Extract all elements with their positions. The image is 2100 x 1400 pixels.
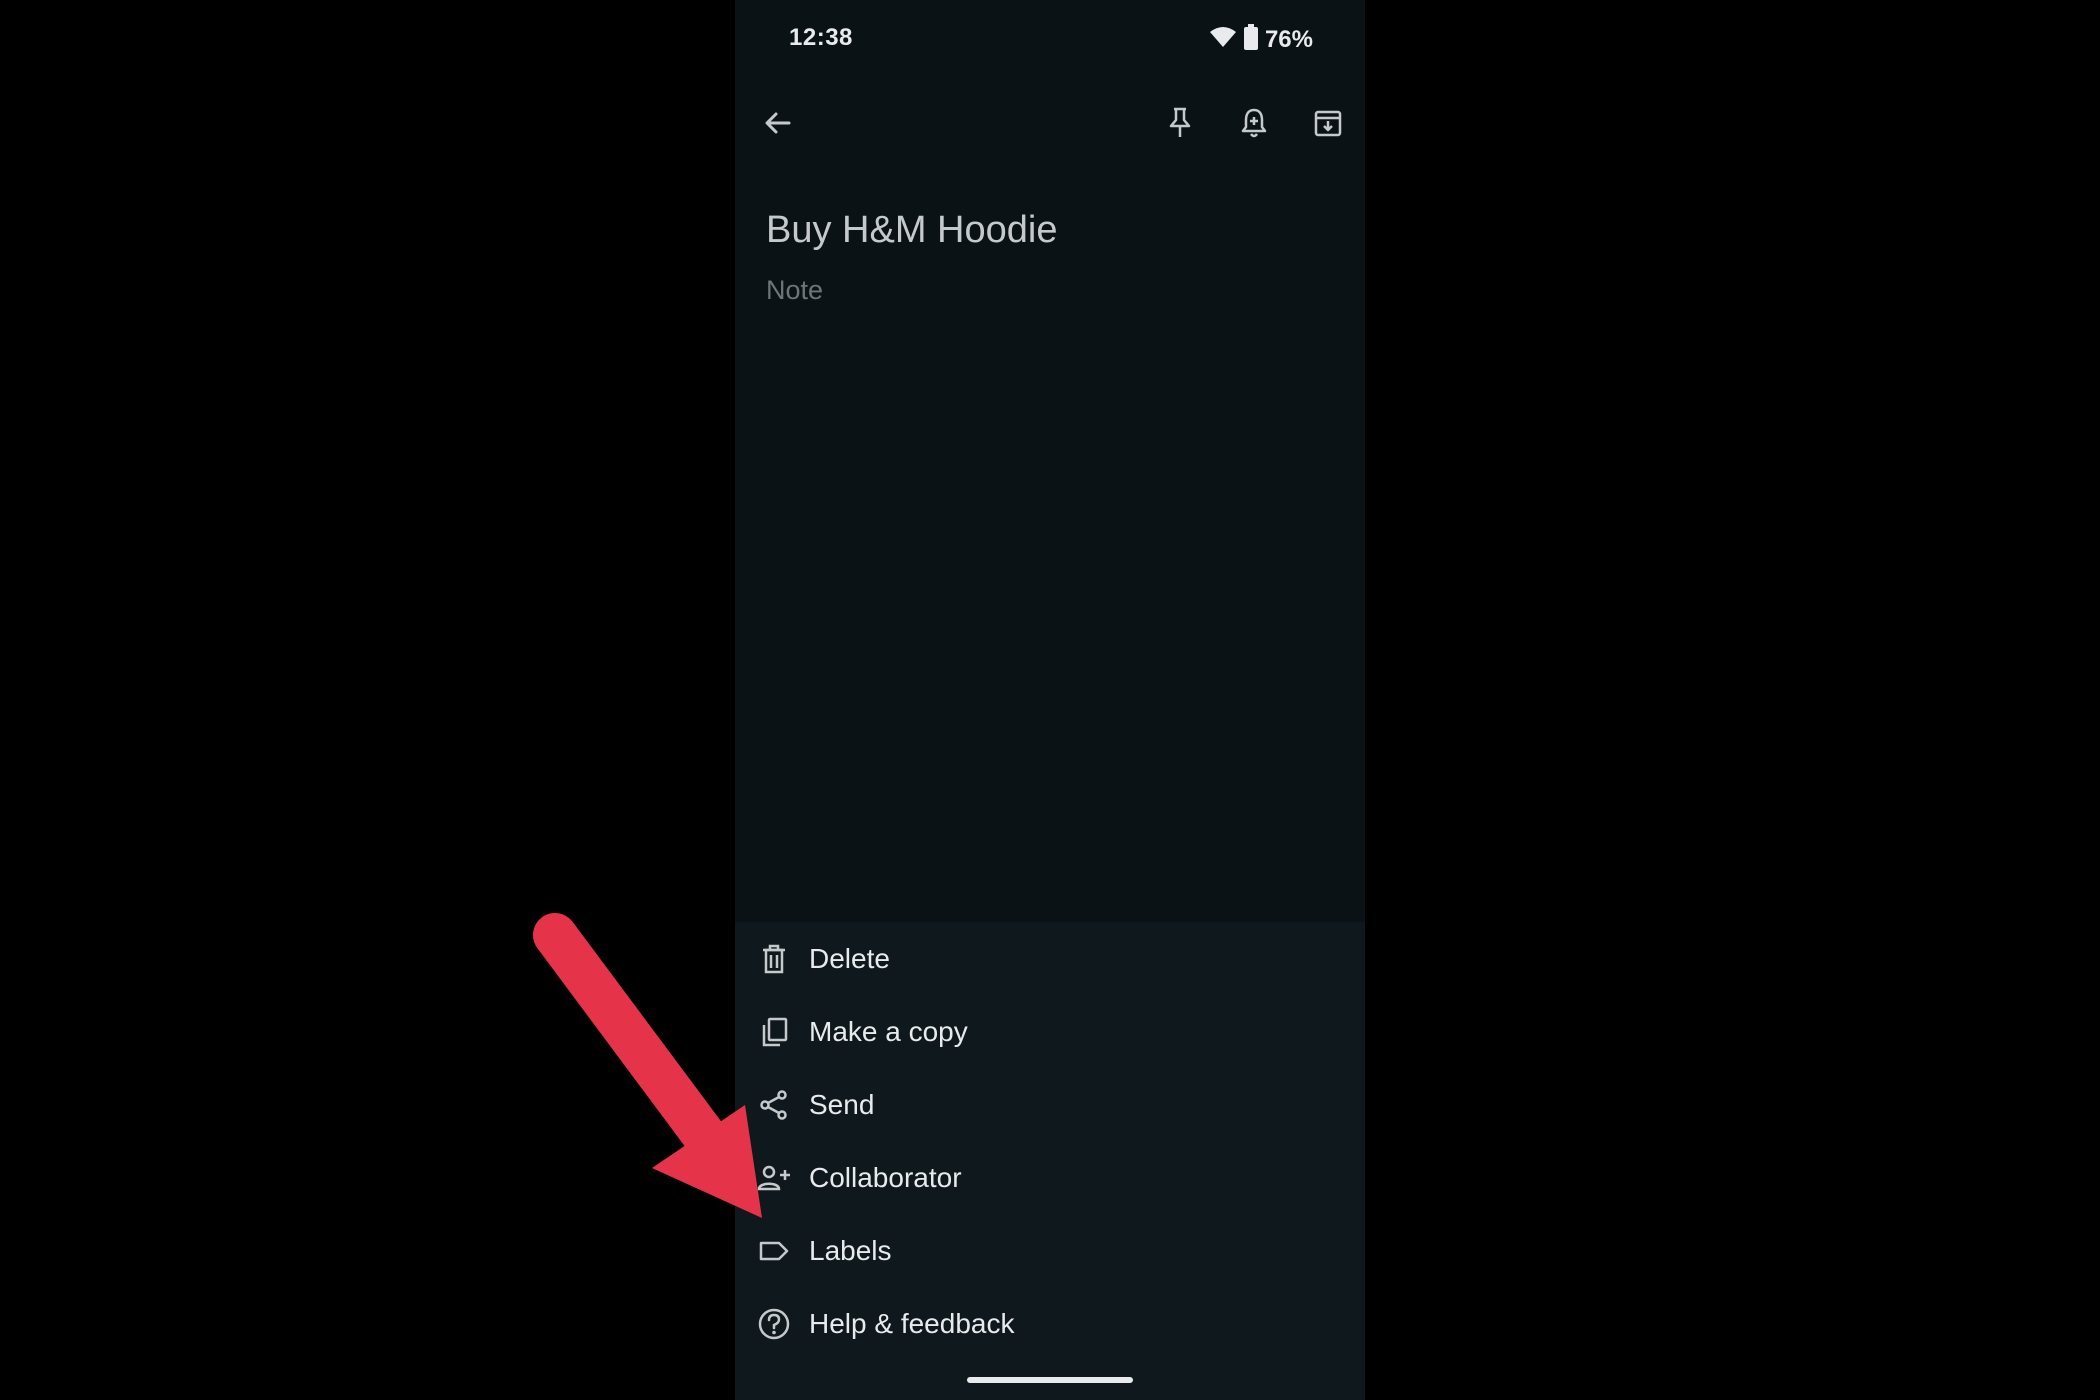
menu-item-label: Labels xyxy=(809,1234,892,1266)
menu-item-make-a-copy[interactable]: Make a copy xyxy=(735,995,1365,1068)
menu-item-label: Delete xyxy=(809,942,890,974)
status-icons: 76% xyxy=(1209,24,1313,55)
add-person-icon xyxy=(756,1160,792,1196)
note-toolbar xyxy=(735,92,1365,158)
menu-item-label: Collaborator xyxy=(809,1161,962,1193)
battery-percent: 76% xyxy=(1264,25,1313,53)
wifi-icon xyxy=(1209,26,1237,53)
menu-item-help-feedback[interactable]: Help & feedback xyxy=(735,1287,1365,1360)
status-time: 12:38 xyxy=(789,24,853,51)
arrow-left-icon xyxy=(762,107,794,144)
note-body-field[interactable]: Note xyxy=(766,272,1336,308)
menu-item-send[interactable]: Send xyxy=(735,1068,1365,1141)
status-bar: 12:38 76% xyxy=(735,0,1365,80)
screenshot-stage: 12:38 76% Buy H&M Hoodie Note Delete Mak… xyxy=(0,0,2100,1400)
trash-icon xyxy=(756,941,792,977)
home-indicator[interactable] xyxy=(967,1377,1133,1383)
pin-button[interactable] xyxy=(1150,92,1210,158)
reminder-bell-icon xyxy=(1239,106,1269,145)
pin-icon xyxy=(1165,106,1195,145)
archive-button[interactable] xyxy=(1298,92,1358,158)
label-icon xyxy=(756,1233,792,1269)
help-icon xyxy=(756,1306,792,1342)
menu-item-delete[interactable]: Delete xyxy=(735,922,1365,995)
reminder-button[interactable] xyxy=(1224,92,1284,158)
battery-icon xyxy=(1243,24,1259,55)
menu-item-label: Help & feedback xyxy=(809,1307,1015,1339)
menu-item-label: Send xyxy=(809,1088,875,1120)
phone-screen: 12:38 76% Buy H&M Hoodie Note Delete Mak… xyxy=(735,0,1365,1400)
archive-icon xyxy=(1312,107,1344,144)
note-title-field[interactable]: Buy H&M Hoodie xyxy=(766,205,1336,255)
menu-item-label: Make a copy xyxy=(809,1015,968,1047)
share-icon xyxy=(756,1087,792,1123)
more-options-menu: Delete Make a copy Send Collaborator Lab… xyxy=(735,922,1365,1400)
copy-icon xyxy=(756,1014,792,1050)
menu-item-labels[interactable]: Labels xyxy=(735,1214,1365,1287)
menu-item-collaborator[interactable]: Collaborator xyxy=(735,1141,1365,1214)
back-button[interactable] xyxy=(748,92,808,158)
